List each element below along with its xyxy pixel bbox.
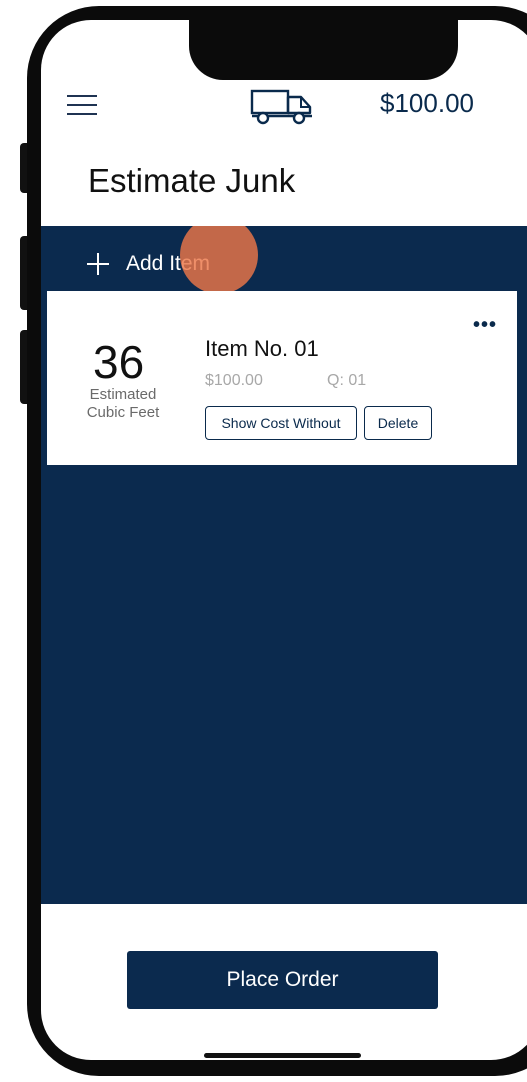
cubic-feet-label: Estimated Cubic Feet	[86, 386, 160, 421]
add-item-label: Add Item	[126, 252, 211, 275]
add-item-button[interactable]: Add Item	[87, 246, 210, 282]
item-price: $100.00	[205, 372, 263, 389]
home-indicator	[204, 1053, 361, 1058]
menu-line	[67, 113, 97, 115]
delete-button[interactable]: Delete	[364, 406, 432, 440]
item-name: Item No. 01	[205, 336, 319, 361]
truck-icon	[250, 89, 312, 125]
menu-line	[67, 95, 97, 97]
items-panel: Add Item ••• 36 Estimated Cubic Feet Ite…	[41, 226, 527, 904]
balance-amount: $100.00	[380, 88, 474, 118]
hamburger-menu-icon[interactable]	[67, 94, 97, 116]
plus-icon	[87, 253, 109, 275]
more-options-icon[interactable]: •••	[473, 315, 497, 335]
device-mockup: $100.00 Estimate Junk Add Item ••• 36 Es…	[0, 0, 527, 1082]
phone-notch	[189, 20, 458, 80]
item-quantity: Q: 01	[327, 372, 367, 389]
menu-line	[67, 104, 97, 106]
show-cost-without-button[interactable]: Show Cost Without	[205, 406, 357, 440]
cubic-feet-value: 36	[93, 336, 145, 388]
place-order-button[interactable]: Place Order	[127, 951, 438, 1009]
item-card: ••• 36 Estimated Cubic Feet Item No. 01 …	[47, 291, 517, 465]
page-title: Estimate Junk	[88, 162, 296, 199]
